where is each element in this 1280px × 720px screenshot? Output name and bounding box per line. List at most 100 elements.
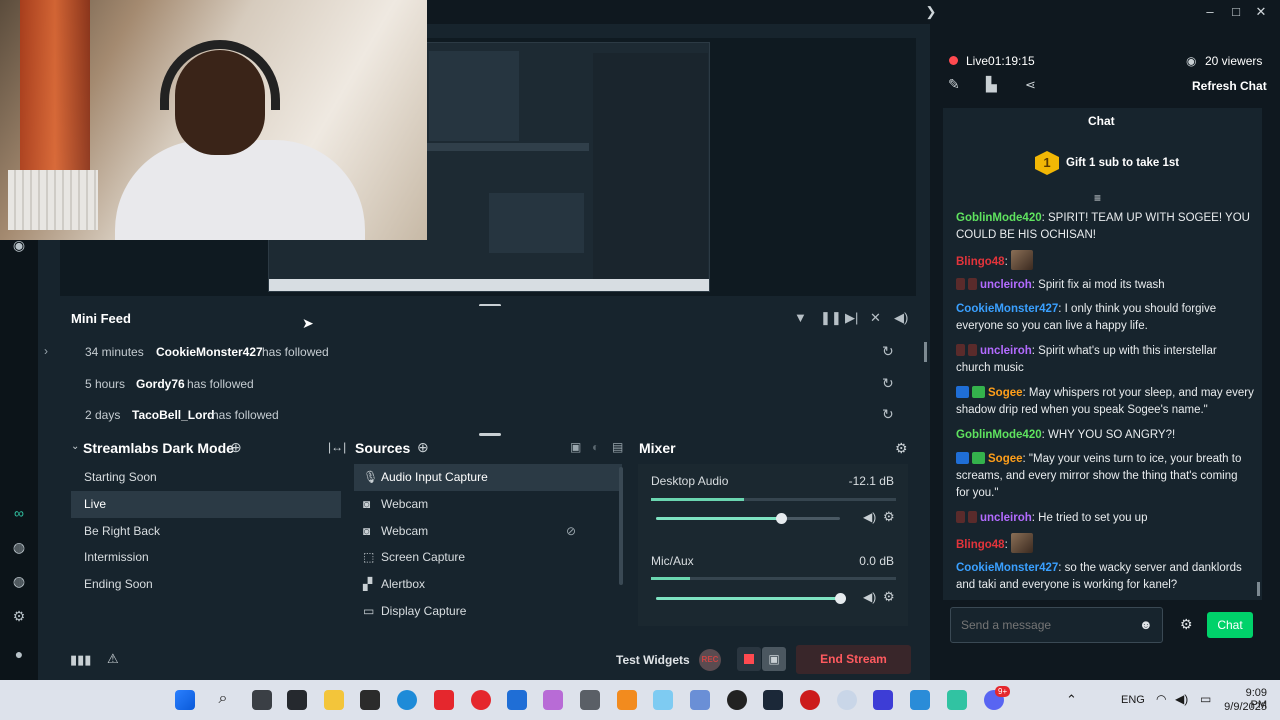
scene-intermission[interactable]: Intermission [71, 544, 341, 571]
opera-icon[interactable] [471, 690, 491, 710]
channel-settings-icon[interactable]: ⚙ [883, 589, 895, 605]
feed-scrollbar[interactable] [924, 342, 927, 362]
chat-scrollbar[interactable] [1257, 582, 1260, 596]
dashboard-icon[interactable]: ▙ [986, 76, 997, 93]
chat-username[interactable]: uncleiroh [980, 345, 1032, 357]
scene-transition-icon[interactable]: |↔| [328, 440, 346, 454]
source-webcam[interactable]: ◙ Webcam [354, 491, 622, 518]
media-player-icon[interactable] [727, 690, 747, 710]
taskbar-date[interactable]: 9/9/2025 [1220, 701, 1267, 713]
app-icon[interactable] [507, 690, 527, 710]
chat-username[interactable]: GoblinMode420 [956, 212, 1042, 224]
chat-username[interactable]: CookieMonster427 [956, 562, 1058, 574]
source-group-icon[interactable]: ◐ [592, 440, 599, 454]
replay-alert-icon[interactable]: ↻ [882, 375, 894, 392]
app-icon[interactable] [690, 690, 710, 710]
hidden-eye-icon[interactable]: ⊘ [566, 518, 576, 545]
save-replay-icon[interactable]: ▣ [762, 647, 786, 671]
collapse-scenes-icon[interactable]: ⌄ [71, 441, 79, 452]
sources-scrollbar[interactable] [619, 467, 623, 585]
source-selection-icon[interactable]: ▣ [570, 440, 581, 454]
battery-icon[interactable]: ▭ [1200, 692, 1211, 706]
language-indicator[interactable]: ENG [1121, 694, 1145, 706]
source-webcam[interactable]: ◙ Webcam ⊘ [354, 518, 622, 545]
chat-username[interactable]: Sogee [988, 387, 1023, 399]
mic-aux-volume-slider[interactable] [656, 593, 846, 604]
source-folder-icon[interactable]: ▤ [612, 440, 623, 454]
streamlabs-icon[interactable] [947, 690, 967, 710]
maximize-button[interactable]: □ [1225, 3, 1247, 21]
desktop-audio-volume-slider[interactable] [656, 513, 840, 524]
end-stream-button[interactable]: End Stream [796, 645, 911, 674]
wifi-icon[interactable]: ◠ [1156, 692, 1166, 706]
replay-alert-icon[interactable]: ↻ [882, 343, 894, 360]
expand-left-icon[interactable]: › [44, 344, 48, 358]
volume-icon[interactable]: ◀) [1175, 692, 1188, 706]
chat-username[interactable]: uncleiroh [980, 279, 1032, 291]
gift-sub-prompt[interactable]: Gift 1 sub to take 1st [1066, 157, 1179, 169]
search-icon[interactable]: ⌕ [213, 690, 233, 710]
minimize-button[interactable]: – [1199, 3, 1221, 21]
pause-icon[interactable]: ❚❚ [820, 310, 842, 326]
speaker-icon[interactable]: ◀) [863, 590, 876, 604]
scene-live[interactable]: Live [71, 491, 341, 518]
emoji-icon[interactable]: ☻ [1139, 617, 1153, 632]
app-icon[interactable] [360, 690, 380, 710]
leaderboard-expand-icon[interactable]: ≡ [1094, 191, 1101, 205]
chat-message-input[interactable] [961, 616, 1131, 634]
task-view-icon[interactable] [252, 690, 272, 710]
app-icon[interactable] [837, 690, 857, 710]
send-chat-button[interactable]: Chat [1207, 612, 1253, 638]
replay-alert-icon[interactable]: ↻ [882, 406, 894, 423]
performance-icon[interactable]: ▮▮▮ [70, 652, 91, 668]
add-scene-icon[interactable]: ⊕ [230, 439, 242, 456]
chat-username[interactable]: Sogee [988, 453, 1023, 465]
file-explorer-icon[interactable] [324, 690, 344, 710]
app-icon[interactable] [434, 690, 454, 710]
source-display-capture[interactable]: ▭ Display Capture [354, 598, 622, 625]
notifications-icon[interactable]: ⚠ [107, 651, 119, 667]
theme-icon[interactable]: ◍ [10, 538, 28, 556]
highlighter-icon[interactable]: ◍ [10, 572, 28, 590]
skip-icon[interactable]: ▶| [845, 310, 858, 326]
mute-alerts-icon[interactable]: ✕ [870, 310, 881, 326]
app-icon[interactable] [800, 690, 820, 710]
filter-icon[interactable]: ▼ [794, 310, 807, 325]
feed-resize-handle[interactable] [479, 433, 501, 436]
add-source-icon[interactable]: ⊕ [417, 439, 429, 456]
chat-username[interactable]: Blingo48 [956, 539, 1005, 551]
refresh-chat-button[interactable]: Refresh Chat [1192, 79, 1267, 93]
vlc-icon[interactable] [617, 690, 637, 710]
chat-username[interactable]: CookieMonster427 [956, 303, 1058, 315]
share-icon[interactable]: ⋖ [1025, 77, 1036, 93]
app-icon[interactable] [653, 690, 673, 710]
app-icon[interactable] [287, 690, 307, 710]
steam-icon[interactable] [763, 690, 783, 710]
source-audio-input-capture[interactable]: 🎙 Audio Input Capture [354, 464, 622, 491]
windows-start-icon[interactable] [175, 690, 195, 710]
edge-icon[interactable] [397, 690, 417, 710]
speaker-icon[interactable]: ◀) [863, 510, 876, 524]
stop-recording-button[interactable] [737, 647, 761, 671]
slider-knob[interactable] [776, 513, 788, 524]
slider-knob[interactable] [835, 593, 846, 604]
scene-be-right-back[interactable]: Be Right Back [71, 518, 341, 545]
link-icon[interactable]: ∞ [10, 504, 28, 522]
scene-starting-soon[interactable]: Starting Soon [71, 464, 341, 491]
test-widgets-label[interactable]: Test Widgets [616, 653, 690, 667]
mixer-settings-icon[interactable]: ⚙ [895, 440, 908, 457]
volume-icon[interactable]: ◀) [894, 310, 908, 326]
app-icon[interactable] [910, 690, 930, 710]
chat-username[interactable]: uncleiroh [980, 512, 1032, 524]
rec-button[interactable]: REC [699, 649, 721, 671]
edit-stream-icon[interactable]: ✎ [948, 76, 960, 93]
app-icon[interactable] [543, 690, 563, 710]
source-screen-capture[interactable]: ⬚ Screen Capture [354, 544, 622, 571]
user-icon[interactable]: ● [10, 645, 28, 663]
scene-ending-soon[interactable]: Ending Soon [71, 571, 341, 598]
close-button[interactable]: ✕ [1250, 3, 1272, 21]
collapse-chat-icon[interactable]: ❯ [920, 3, 942, 21]
settings-icon[interactable]: ⚙ [10, 607, 28, 625]
chat-username[interactable]: GoblinMode420 [956, 429, 1042, 441]
chat-settings-icon[interactable]: ⚙ [1180, 616, 1193, 633]
